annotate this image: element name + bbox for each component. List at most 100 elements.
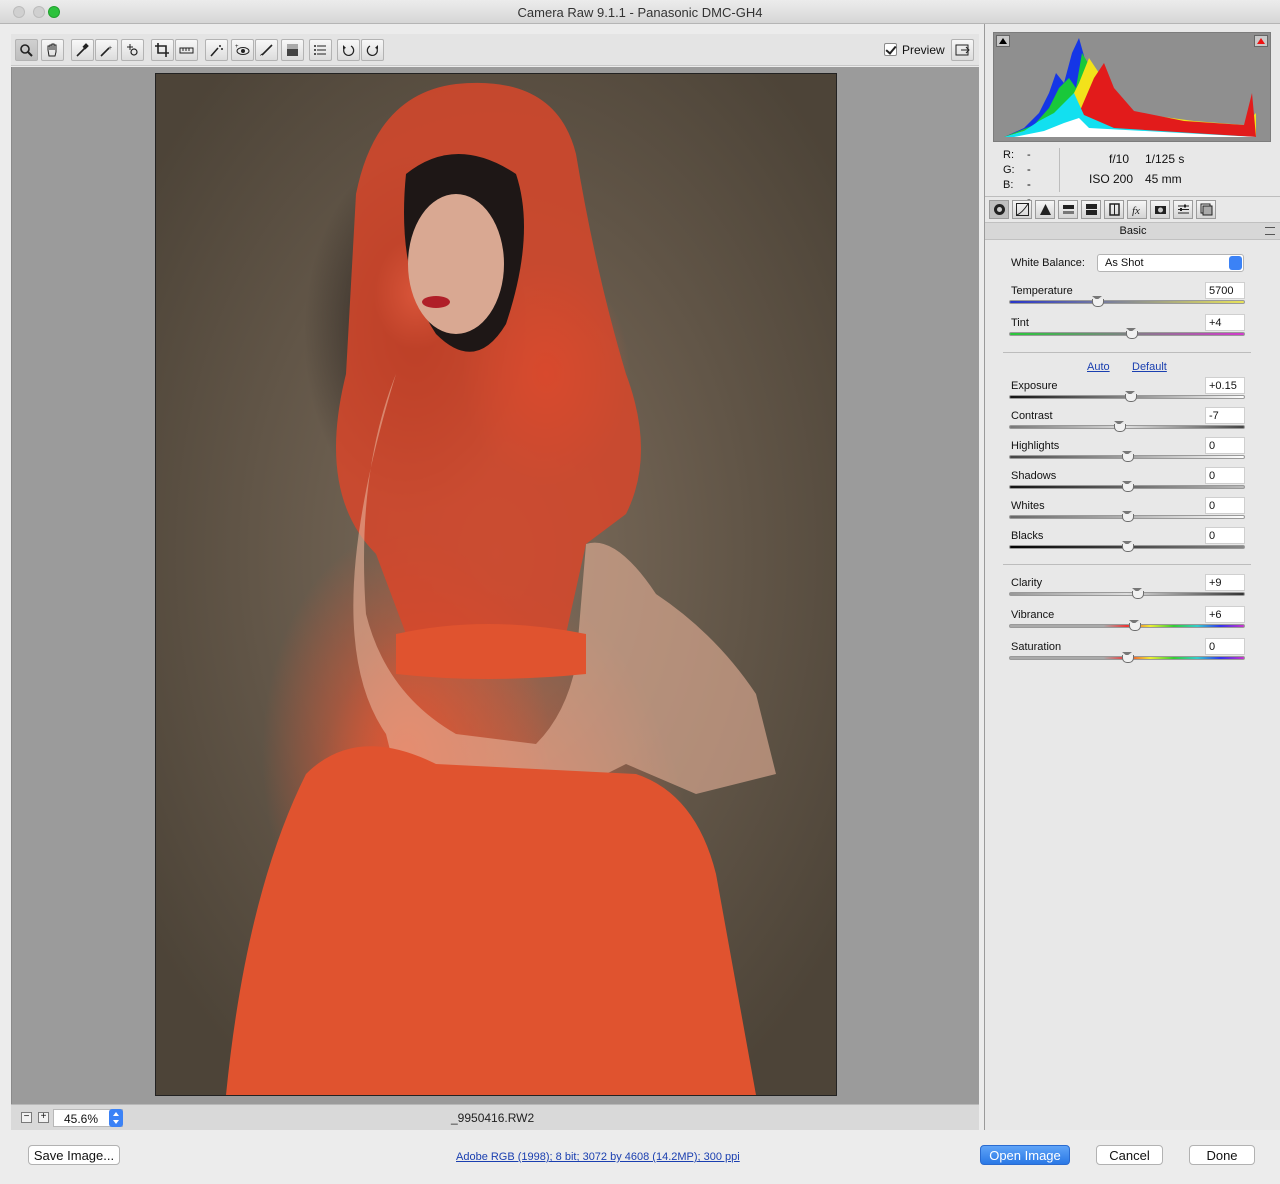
rotate-right-button[interactable] — [361, 39, 384, 61]
hand-icon — [47, 43, 57, 57]
exposure-thumb[interactable] — [1125, 391, 1137, 402]
blacks-field[interactable]: 0 — [1205, 527, 1245, 544]
whites-field[interactable]: 0 — [1205, 497, 1245, 514]
zoom-tool-button[interactable] — [15, 39, 38, 61]
hsl-icon — [1063, 205, 1074, 214]
highlights-label: Highlights — [1011, 440, 1060, 452]
preferences-tool-button[interactable] — [309, 39, 332, 61]
tab-camera-calibration[interactable] — [1150, 200, 1170, 219]
detail-icon — [1040, 204, 1051, 215]
temperature-track[interactable] — [1009, 300, 1245, 304]
vibrance-thumb[interactable] — [1129, 620, 1141, 631]
svg-text:fx: fx — [1132, 205, 1140, 216]
white-balance-tool-button[interactable] — [71, 39, 94, 61]
spot-removal-tool-button[interactable] — [205, 39, 228, 61]
save-image-button[interactable]: Save Image... — [28, 1145, 120, 1165]
white-balance-select[interactable]: As Shot — [1097, 254, 1244, 272]
contrast-thumb[interactable] — [1114, 421, 1126, 432]
highlights-slider[interactable]: Highlights 0 — [1009, 437, 1245, 470]
blacks-thumb[interactable] — [1122, 541, 1134, 552]
clarity-slider[interactable]: Clarity +9 — [1009, 574, 1245, 607]
saturation-field[interactable]: 0 — [1205, 638, 1245, 655]
rotate-left-button[interactable] — [337, 39, 360, 61]
exposure-label: Exposure — [1011, 380, 1058, 392]
preview-label: Preview — [902, 43, 945, 57]
highlights-field[interactable]: 0 — [1205, 437, 1245, 454]
vibrance-field[interactable]: +6 — [1205, 606, 1245, 623]
fx-icon: fx — [1132, 205, 1140, 216]
clarity-track[interactable] — [1009, 592, 1245, 596]
tint-slider[interactable]: Tint +4 — [1009, 314, 1245, 347]
panel-menu-icon[interactable] — [1265, 227, 1275, 235]
tint-field[interactable]: +4 — [1205, 314, 1245, 331]
tab-lens-corrections[interactable] — [1104, 200, 1124, 219]
zoom-out-button[interactable]: − — [21, 1112, 32, 1123]
workflow-options-link[interactable]: Adobe RGB (1998); 8 bit; 3072 by 4608 (1… — [456, 1151, 740, 1163]
tab-tone-curve[interactable] — [1012, 200, 1032, 219]
exposure-field[interactable]: +0.15 — [1205, 377, 1245, 394]
contrast-slider[interactable]: Contrast -7 — [1009, 407, 1245, 440]
shadows-field[interactable]: 0 — [1205, 467, 1245, 484]
shadows-thumb[interactable] — [1122, 481, 1134, 492]
highlights-thumb[interactable] — [1122, 451, 1134, 462]
auto-link[interactable]: Auto — [1087, 361, 1110, 373]
vibrance-track[interactable] — [1009, 624, 1245, 628]
rotate-right-icon — [366, 45, 378, 56]
fullscreen-button[interactable] — [951, 39, 974, 61]
image-canvas[interactable] — [11, 67, 979, 1104]
temperature-thumb[interactable] — [1092, 296, 1104, 307]
preview-checkbox[interactable] — [884, 43, 897, 56]
whites-slider[interactable]: Whites 0 — [1009, 497, 1245, 530]
clarity-field[interactable]: +9 — [1205, 574, 1245, 591]
blacks-slider[interactable]: Blacks 0 — [1009, 527, 1245, 560]
tab-hsl[interactable] — [1058, 200, 1078, 219]
targeted-adjustment-tool-button[interactable] — [121, 39, 144, 61]
hand-tool-button[interactable] — [41, 39, 64, 61]
done-button[interactable]: Done — [1189, 1145, 1255, 1165]
saturation-slider[interactable]: Saturation 0 — [1009, 638, 1245, 671]
tab-snapshots[interactable] — [1196, 200, 1216, 219]
clarity-thumb[interactable] — [1132, 588, 1144, 599]
white-balance-label: White Balance: — [1011, 257, 1085, 269]
exposure-slider[interactable]: Exposure +0.15 — [1009, 377, 1245, 410]
photo-preview[interactable] — [155, 73, 837, 1096]
tab-detail[interactable] — [1035, 200, 1055, 219]
temperature-slider[interactable]: Temperature 5700 — [1009, 282, 1245, 315]
default-link[interactable]: Default — [1132, 361, 1167, 373]
cancel-button[interactable]: Cancel — [1096, 1145, 1163, 1165]
svg-text:+: + — [108, 45, 112, 52]
tab-presets[interactable] — [1173, 200, 1193, 219]
straighten-tool-button[interactable] — [175, 39, 198, 61]
tint-thumb[interactable] — [1126, 328, 1138, 339]
red-eye-tool-button[interactable]: + — [231, 39, 254, 61]
graduated-filter-tool-button[interactable] — [281, 39, 304, 61]
panel-title: Basic — [1119, 225, 1147, 237]
zoom-in-button[interactable]: + — [38, 1112, 49, 1123]
open-image-button[interactable]: Open Image — [980, 1145, 1070, 1165]
tab-split-toning[interactable] — [1081, 200, 1101, 219]
contrast-track[interactable] — [1009, 425, 1245, 429]
graduated-filter-icon — [287, 44, 298, 56]
whites-thumb[interactable] — [1122, 511, 1134, 522]
window-title: Camera Raw 9.1.1 - Panasonic DMC-GH4 — [517, 5, 763, 20]
b-label: B: — [1003, 179, 1014, 191]
focal-length-value: 45 mm — [1145, 172, 1182, 186]
color-sampler-tool-button[interactable]: + — [95, 39, 118, 61]
shadows-label: Shadows — [1011, 470, 1057, 482]
adjustment-brush-tool-button[interactable] — [255, 39, 278, 61]
shadows-slider[interactable]: Shadows 0 — [1009, 467, 1245, 500]
crop-tool-button[interactable] — [151, 39, 174, 61]
svg-text:+: + — [235, 44, 239, 50]
zoom-icon — [20, 44, 33, 57]
zoom-level-dropdown[interactable] — [109, 1109, 123, 1127]
saturation-thumb[interactable] — [1122, 652, 1134, 663]
contrast-field[interactable]: -7 — [1205, 407, 1245, 424]
tab-effects[interactable]: fx — [1127, 200, 1147, 219]
white-balance-value: As Shot — [1105, 257, 1144, 269]
snapshots-icon — [1200, 203, 1213, 216]
panel-divider — [985, 196, 1280, 197]
temperature-field[interactable]: 5700 — [1205, 282, 1245, 299]
tab-basic[interactable] — [989, 200, 1009, 219]
clarity-label: Clarity — [1011, 577, 1043, 589]
vibrance-slider[interactable]: Vibrance +6 — [1009, 606, 1245, 639]
